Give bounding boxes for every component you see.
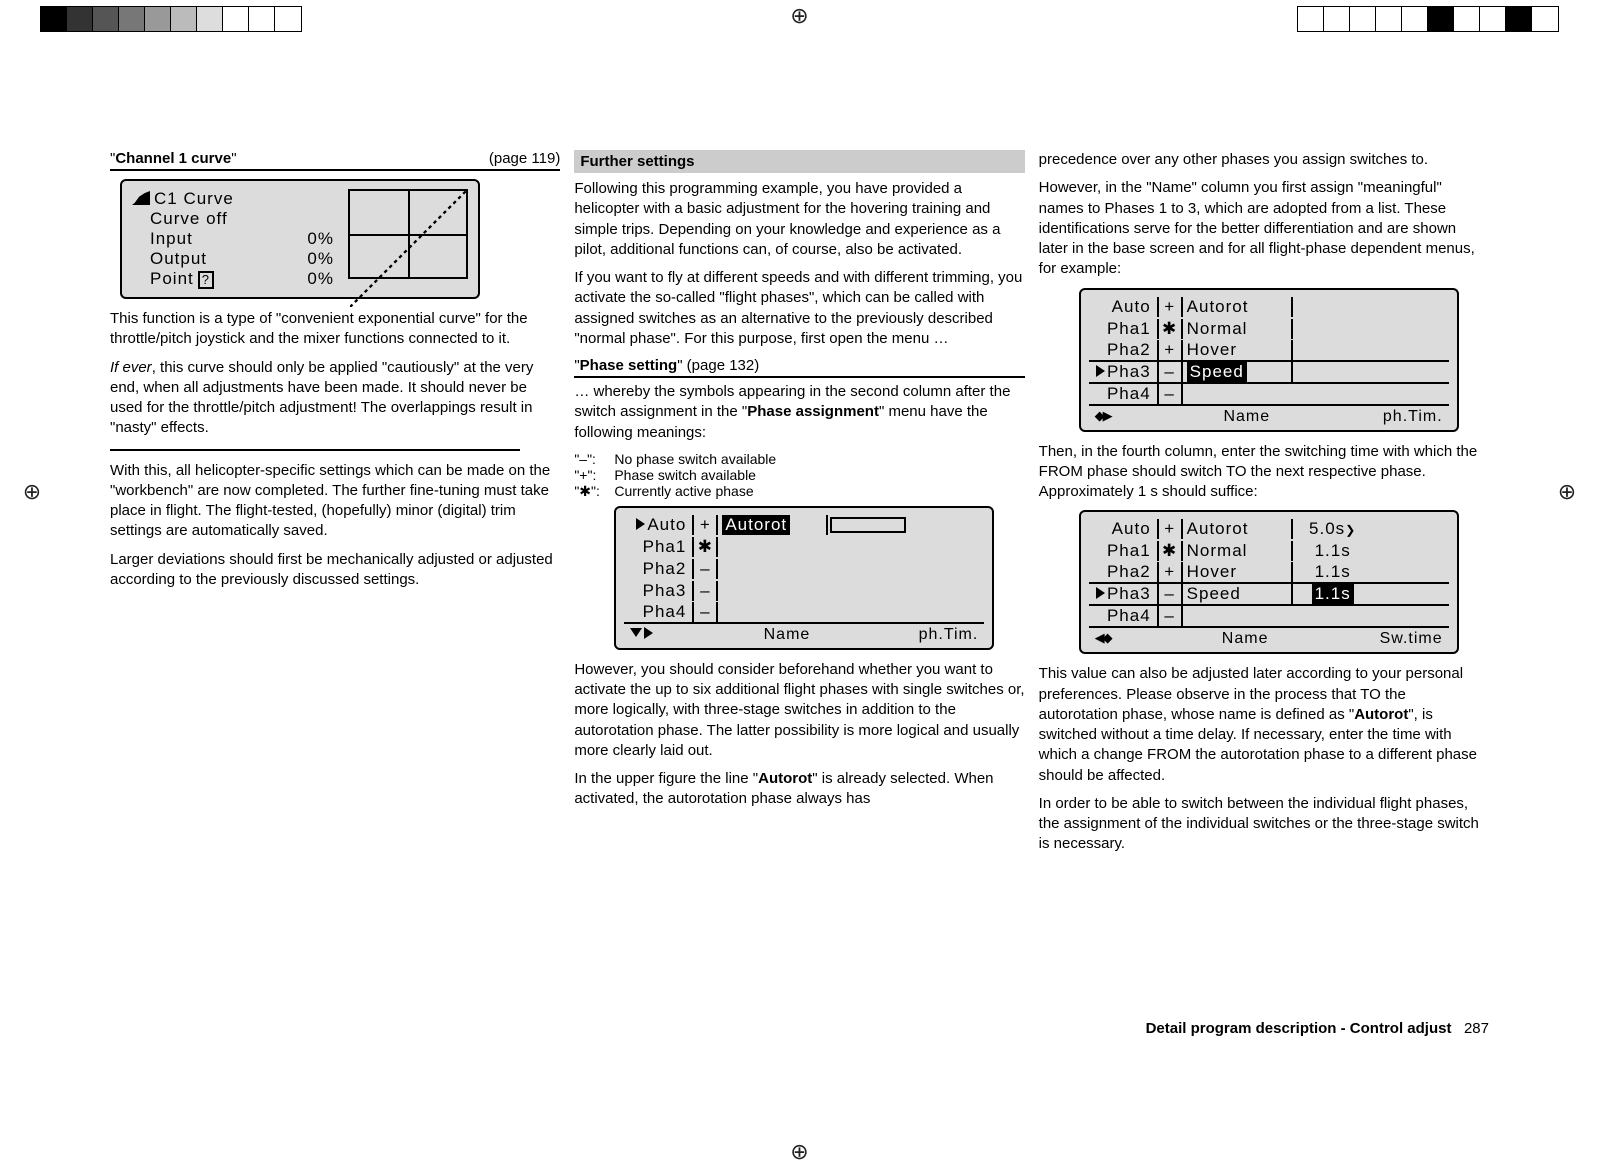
body-text: In order to be able to switch between th… xyxy=(1039,794,1489,855)
section-heading: "Channel 1 curve" (page 119) xyxy=(110,150,560,171)
cursor-icon xyxy=(636,518,645,530)
body-text: However, you should consider beforehand … xyxy=(574,660,1024,761)
lcd-c1-curve: C1 Curve Curve off Input0% Output0% Poin… xyxy=(120,179,480,299)
nav-arrows-icon: ◀◆ xyxy=(1095,630,1111,648)
column-1: "Channel 1 curve" (page 119) C1 Curve Cu… xyxy=(110,150,560,863)
page-ref: (page 119) xyxy=(489,150,560,167)
reg-mark-left-icon: ⊕ xyxy=(20,480,44,504)
body-text: If ever, this curve should only be appli… xyxy=(110,358,560,439)
column-3: precedence over any other phases you ass… xyxy=(1039,150,1489,863)
lcd-phase-swtime: Auto+Autorot5.0s❯ Pha1✱Normal1.1s Pha2+H… xyxy=(1079,510,1459,654)
page-footer: Detail program description - Control adj… xyxy=(1146,1020,1489,1037)
reg-mark-right-icon: ⊕ xyxy=(1555,480,1579,504)
body-text: Following this programming example, you … xyxy=(574,179,1024,260)
body-text: Larger deviations should first be mechan… xyxy=(110,550,560,591)
body-text: This value can also be adjusted later ac… xyxy=(1039,664,1489,786)
down-arrow-icon xyxy=(630,628,642,637)
body-text: Then, in the fourth column, enter the sw… xyxy=(1039,442,1489,503)
divider xyxy=(110,449,520,451)
body-text: However, in the "Name" column you first … xyxy=(1039,178,1489,279)
lcd-phase-setting: Auto+Autorot Pha1✱ Pha2– Pha3– Pha4– Nam… xyxy=(614,506,994,650)
cursor-icon xyxy=(1096,587,1105,599)
right-arrow-icon xyxy=(644,627,653,639)
body-text: If you want to fly at different speeds a… xyxy=(574,268,1024,349)
column-2: Further settings Following this programm… xyxy=(574,150,1024,863)
body-text: In the upper figure the line "Autorot" i… xyxy=(574,769,1024,810)
section-heading: Further settings xyxy=(574,150,1024,173)
cursor-icon xyxy=(1096,365,1105,377)
section-subheading: "Phase setting" (page 132) xyxy=(574,357,1024,378)
nav-arrows-icon: ◆▶ xyxy=(1095,408,1111,426)
reg-mark-bottom-icon: ⊕ xyxy=(788,1140,812,1164)
curve-icon xyxy=(132,191,150,205)
curve-graph xyxy=(348,189,468,279)
body-text: With this, all helicopter-specific setti… xyxy=(110,461,560,542)
body-text: precedence over any other phases you ass… xyxy=(1039,150,1489,170)
symbol-legend: "–":No phase switch available "+":Phase … xyxy=(574,451,1024,500)
body-text: This function is a type of "convenient e… xyxy=(110,309,560,350)
point-question-icon: ? xyxy=(198,271,214,289)
reg-mark-top-icon: ⊕ xyxy=(788,4,812,28)
body-text: … whereby the symbols appearing in the s… xyxy=(574,382,1024,443)
lcd-phase-names: Auto+Autorot Pha1✱Normal Pha2+Hover Pha3… xyxy=(1079,288,1459,432)
